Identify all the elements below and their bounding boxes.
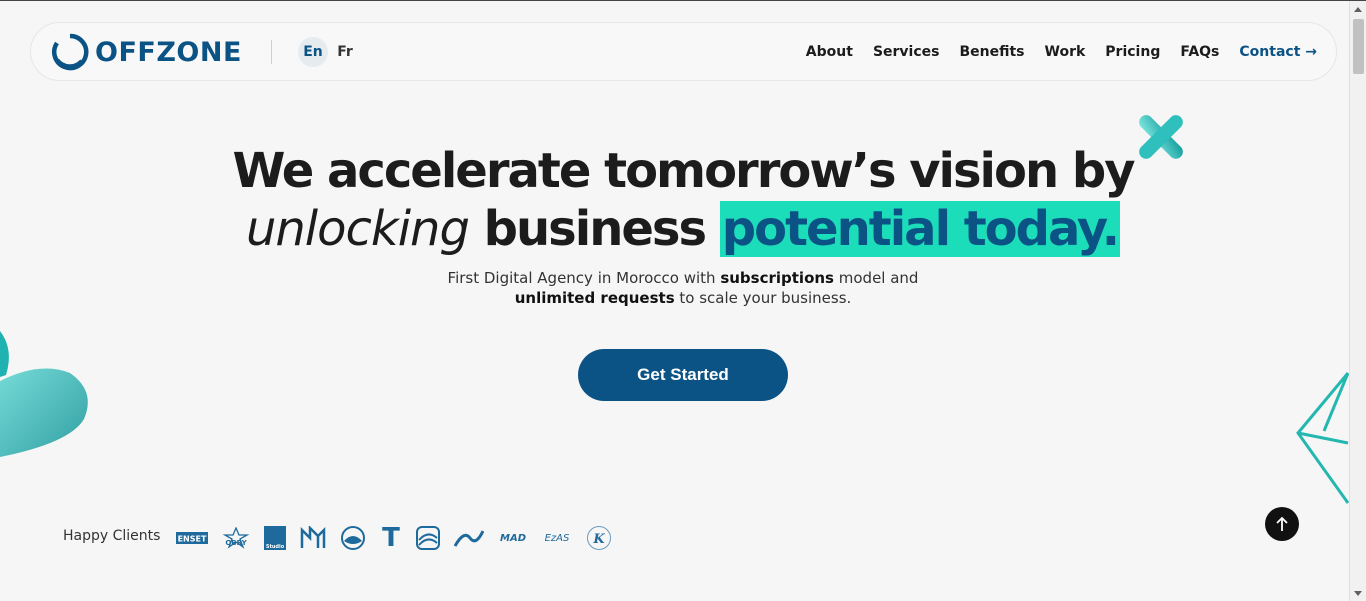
subtitle-bold: subscriptions (720, 269, 834, 287)
nav-work-link[interactable]: Work (1045, 44, 1086, 60)
client-logo-8 (454, 525, 484, 551)
language-fr-button[interactable]: Fr (332, 37, 358, 67)
client-logo-obry: OBRY (222, 525, 250, 551)
subtitle-text: First Digital Agency in Morocco with (447, 269, 721, 287)
decorative-wire-shape (1296, 372, 1350, 504)
client-logo-t: T (382, 523, 400, 553)
scroll-to-top-button[interactable] (1265, 507, 1299, 541)
nav-divider (271, 40, 272, 64)
client-logo-enset: ENSET (176, 525, 208, 551)
client-logo-studio-text: Studio (266, 544, 285, 550)
client-logo-enset-text: ENSET (178, 535, 207, 544)
hero-highlight: potential today. (719, 201, 1120, 257)
client-logo-studio: Studio (264, 525, 286, 551)
get-started-button[interactable]: Get Started (578, 349, 788, 401)
subtitle-text: to scale your business. (674, 289, 852, 307)
decorative-ring-shape (0, 331, 88, 457)
client-logos: ENSET OBRY Studio T MAD EzAS K (176, 523, 612, 553)
nav-benefits-link[interactable]: Benefits (959, 44, 1024, 60)
nav-faqs-link[interactable]: FAQs (1180, 44, 1219, 60)
offzone-ring-icon (51, 33, 89, 71)
client-logo-7 (416, 525, 440, 551)
nav-contact-link[interactable]: Contact → (1239, 44, 1317, 60)
hero-title-line2: unlocking business potential today. (0, 201, 1366, 257)
nav-services-link[interactable]: Services (873, 44, 940, 60)
scroll-up-arrow-icon[interactable] (1354, 7, 1362, 12)
client-logo-obry-text: OBRY (225, 539, 247, 547)
client-logo-mad: MAD (500, 532, 526, 544)
hero-title-line1: We accelerate tomorrow’s vision by (232, 143, 1136, 199)
nav-about-link[interactable]: About (806, 44, 853, 60)
page-scrollbar[interactable] (1349, 1, 1366, 601)
subtitle-text: model and (833, 269, 919, 287)
hero-subtitle-line1: First Digital Agency in Morocco with sub… (0, 268, 1366, 288)
client-logo-ezas: EzAS (544, 532, 570, 544)
nav-links: About Services Benefits Work Pricing FAQ… (806, 23, 1317, 80)
nav-pricing-link[interactable]: Pricing (1105, 44, 1160, 60)
client-logo-5 (340, 525, 366, 551)
hero-plain-word: business (468, 201, 720, 257)
brand-logo[interactable]: OFFZONE (51, 33, 242, 71)
client-logo-k: K (586, 525, 612, 551)
subtitle-bold: unlimited requests (514, 289, 675, 307)
happy-clients-label: Happy Clients (63, 528, 161, 544)
language-en-button[interactable]: En (298, 37, 328, 67)
client-logo-4 (300, 525, 326, 551)
navbar: OFFZONE En Fr About Services Benefits Wo… (30, 22, 1337, 81)
brand-name: OFFZONE (95, 36, 242, 68)
arrow-up-icon (1276, 516, 1288, 531)
client-logo-k-text: K (592, 532, 605, 547)
hero-italic-word: unlocking (245, 201, 470, 257)
scrollbar-thumb[interactable] (1353, 19, 1364, 74)
scroll-down-arrow-icon[interactable] (1354, 591, 1362, 596)
hero-subtitle-line2: unlimited requests to scale your busines… (0, 288, 1366, 308)
